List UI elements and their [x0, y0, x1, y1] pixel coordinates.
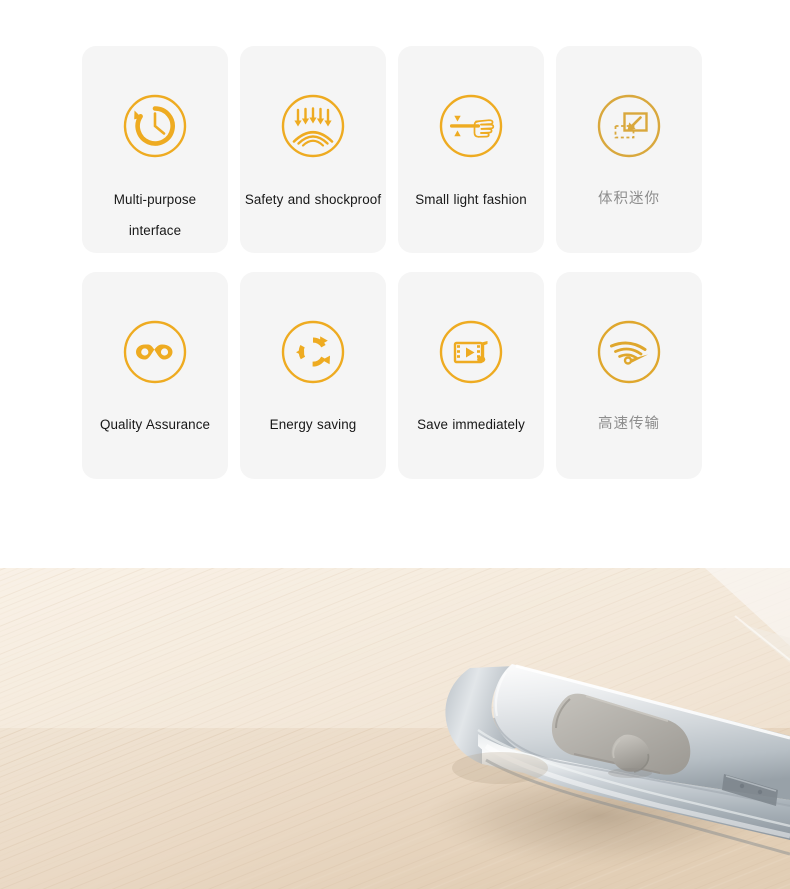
feature-label: Small light fashion — [401, 184, 541, 215]
feature-card-quality-assurance[interactable]: Quality Assurance — [82, 272, 228, 479]
feature-label-line1: Quality Assurance — [99, 417, 211, 432]
feature-label-line1: Save immediately — [417, 417, 525, 432]
feature-label-line1: Multi-purpose — [113, 192, 197, 207]
feature-card-small-light-fashion[interactable]: Small light fashion — [398, 46, 544, 253]
recycle-arrows-icon — [277, 316, 349, 388]
feature-label: Multi-purpose interface — [85, 184, 225, 246]
feature-card-safety-and-shockproof[interactable]: Safety and shockproof — [240, 46, 386, 253]
feature-label-line1: 高速传输 — [598, 416, 660, 432]
feature-label-line1: Safety and shockproof — [244, 192, 382, 207]
shrink-arrow-square-icon — [593, 90, 665, 162]
feature-label: Save immediately — [401, 409, 541, 440]
shock-absorb-arrows-icon — [277, 90, 349, 162]
feature-card-multi-purpose-interface[interactable]: Multi-purpose interface — [82, 46, 228, 253]
feature-card-high-speed-transfer[interactable]: 高速传输 — [556, 272, 702, 479]
feature-label-line1: Energy saving — [269, 417, 357, 432]
product-photo — [0, 568, 790, 889]
infinity-icon — [119, 316, 191, 388]
feature-card-save-immediately[interactable]: Save immediately — [398, 272, 544, 479]
feature-label: Safety and shockproof — [243, 184, 383, 215]
speedometer-icon — [593, 316, 665, 388]
feature-label: 体积迷你 — [559, 184, 699, 215]
feature-label: Energy saving — [243, 409, 383, 440]
hand-thinness-measure-icon — [435, 90, 507, 162]
feature-label: Quality Assurance — [85, 409, 225, 440]
feature-label: 高速传输 — [559, 409, 699, 440]
feature-card-mini-volume[interactable]: 体积迷你 — [556, 46, 702, 253]
film-strip-music-note-icon — [435, 316, 507, 388]
feature-card-energy-saving[interactable]: Energy saving — [240, 272, 386, 479]
feature-label-line1: 体积迷你 — [598, 191, 660, 207]
feature-grid: Multi-purpose interface Safety and shock… — [82, 46, 704, 479]
clock-history-icon — [119, 90, 191, 162]
product-feature-page: Multi-purpose interface Safety and shock… — [0, 0, 790, 889]
feature-label-line1: Small light fashion — [415, 192, 527, 207]
feature-label-line2: interface — [128, 223, 182, 238]
